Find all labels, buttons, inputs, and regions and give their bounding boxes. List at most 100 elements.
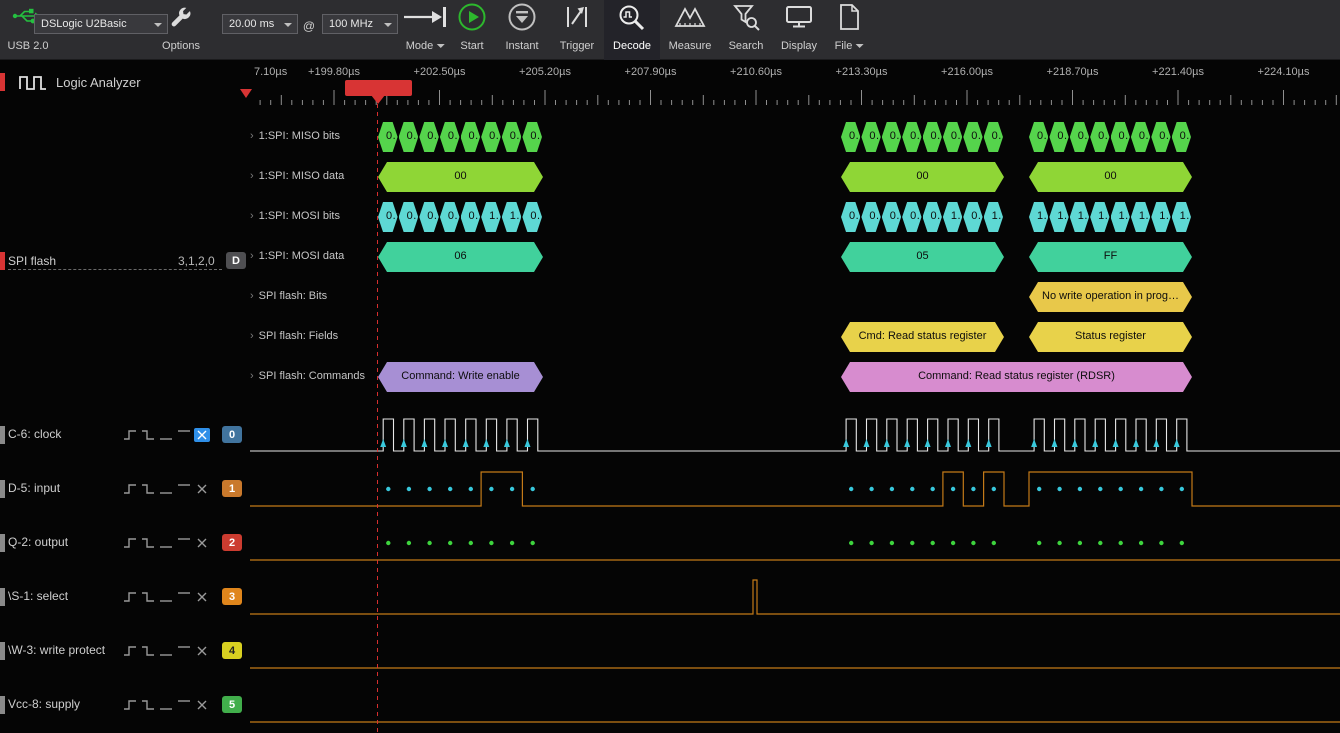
instant-icon xyxy=(507,2,537,32)
trigger-icon xyxy=(563,3,591,31)
row-expand-icon[interactable]: › xyxy=(250,130,254,142)
row-expand-icon[interactable]: › xyxy=(250,250,254,262)
output-sample-dot xyxy=(1180,541,1184,545)
mosi-bit-hex: 1 xyxy=(984,202,1003,232)
dropdown-caret-icon xyxy=(284,23,292,27)
device-tab[interactable] xyxy=(0,73,5,91)
row-expand-icon[interactable]: › xyxy=(250,370,254,382)
ruler-offset-label: +199.80µs xyxy=(289,66,379,78)
decode-row-label: ›1:SPI: MOSI data xyxy=(250,250,344,262)
decoder-tab[interactable] xyxy=(0,252,5,270)
trigger-mode-high-icon[interactable] xyxy=(176,590,192,604)
decoder-pins: 3,1,2,0 xyxy=(178,254,215,268)
miso-bit-hex: 0 xyxy=(923,122,942,152)
trigger-mode-any-icon[interactable] xyxy=(194,644,210,658)
output-sample-dot xyxy=(849,541,853,545)
trigger-mode-rise-icon[interactable] xyxy=(122,428,138,442)
trigger-mode-fall-icon[interactable] xyxy=(140,698,156,712)
input-sample-dot xyxy=(448,487,452,491)
trigger-mode-low-icon[interactable] xyxy=(158,590,174,604)
trigger-mode-rise-icon[interactable] xyxy=(122,590,138,604)
output-sample-dot xyxy=(890,541,894,545)
trigger-mode-high-icon[interactable] xyxy=(176,428,192,442)
input-sample-dot xyxy=(1078,487,1082,491)
usb-version-label: USB 2.0 xyxy=(2,40,54,52)
row-expand-icon[interactable]: › xyxy=(250,330,254,342)
miso-bit-hex: 0 xyxy=(419,122,439,152)
trigger-mode-any-icon[interactable] xyxy=(194,698,210,712)
file-button[interactable]: File xyxy=(826,0,872,60)
miso-bit-hex: 0 xyxy=(1090,122,1109,152)
clock-rising-edge-marker xyxy=(1031,439,1037,447)
trigger-mode-any-icon[interactable] xyxy=(194,428,210,442)
at-symbol: @ xyxy=(301,19,317,33)
trigger-button[interactable]: Trigger xyxy=(550,0,604,60)
trigger-mode-any-icon[interactable] xyxy=(194,536,210,550)
search-button[interactable]: Search xyxy=(720,0,772,60)
channel-tab[interactable] xyxy=(0,588,5,606)
decode-row-title: 1:SPI: MISO bits xyxy=(259,130,340,142)
mosi-bit-hex: 1 xyxy=(1049,202,1068,232)
trigger-mode-fall-icon[interactable] xyxy=(140,536,156,550)
clock-rising-edge-marker xyxy=(884,439,890,447)
trigger-mode-rise-icon[interactable] xyxy=(122,536,138,550)
channel-tab[interactable] xyxy=(0,642,5,660)
channel-badge[interactable]: 3 xyxy=(222,588,242,605)
channel-badge[interactable]: 4 xyxy=(222,642,242,659)
samplerate-select[interactable]: 100 MHz xyxy=(322,14,398,34)
trigger-mode-fall-icon[interactable] xyxy=(140,428,156,442)
mode-button[interactable]: Mode xyxy=(398,0,452,60)
measure-button[interactable]: Measure xyxy=(660,0,720,60)
decode-button[interactable]: Decode xyxy=(604,0,660,60)
trigger-mode-fall-icon[interactable] xyxy=(140,644,156,658)
ruler-offset-label: +213.30µs xyxy=(817,66,907,78)
clock-rising-edge-marker xyxy=(1052,439,1058,447)
ruler-offset-label: +202.50µs xyxy=(395,66,485,78)
instant-button[interactable]: Instant xyxy=(496,0,548,60)
trigger-mode-rise-icon[interactable] xyxy=(122,482,138,496)
decode-magnifier-icon xyxy=(617,3,647,33)
output-sample-dot xyxy=(407,541,411,545)
trigger-mode-low-icon[interactable] xyxy=(158,536,174,550)
start-button[interactable]: Start xyxy=(448,0,496,60)
row-expand-icon[interactable]: › xyxy=(250,290,254,302)
trigger-mode-any-icon[interactable] xyxy=(194,482,210,496)
clock-rising-edge-marker xyxy=(925,439,931,447)
mosi-bit-hex: 0 xyxy=(461,202,481,232)
file-label: File xyxy=(835,40,853,52)
trigger-mode-low-icon[interactable] xyxy=(158,644,174,658)
mosi-bit-hex: 1 xyxy=(1151,202,1170,232)
clock-rising-edge-marker xyxy=(401,439,407,447)
channel-tab[interactable] xyxy=(0,696,5,714)
trigger-mode-high-icon[interactable] xyxy=(176,644,192,658)
device-select-value: DSLogic U2Basic xyxy=(41,18,127,30)
trigger-mode-high-icon[interactable] xyxy=(176,482,192,496)
trigger-flag[interactable] xyxy=(345,80,412,96)
trigger-mode-rise-icon[interactable] xyxy=(122,698,138,712)
trigger-mode-low-icon[interactable] xyxy=(158,698,174,712)
channel-tab[interactable] xyxy=(0,480,5,498)
trigger-mode-rise-icon[interactable] xyxy=(122,644,138,658)
channel-badge[interactable]: 1 xyxy=(222,480,242,497)
device-select[interactable]: DSLogic U2Basic xyxy=(34,14,168,34)
trigger-mode-low-icon[interactable] xyxy=(158,482,174,496)
channel-badge[interactable]: 0 xyxy=(222,426,242,443)
row-expand-icon[interactable]: › xyxy=(250,170,254,182)
trigger-mode-low-icon[interactable] xyxy=(158,428,174,442)
trigger-mode-high-icon[interactable] xyxy=(176,536,192,550)
trigger-mode-any-icon[interactable] xyxy=(194,590,210,604)
output-sample-dot xyxy=(427,541,431,545)
channel-badge[interactable]: 2 xyxy=(222,534,242,551)
row-expand-icon[interactable]: › xyxy=(250,210,254,222)
trigger-mode-fall-icon[interactable] xyxy=(140,590,156,604)
channel-tab[interactable] xyxy=(0,426,5,444)
decoder-badge[interactable]: D xyxy=(226,252,246,269)
duration-select[interactable]: 20.00 ms xyxy=(222,14,298,34)
options-button[interactable]: Options xyxy=(150,0,212,60)
trigger-mode-fall-icon[interactable] xyxy=(140,482,156,496)
display-button[interactable]: Display xyxy=(772,0,826,60)
trigger-mode-high-icon[interactable] xyxy=(176,698,192,712)
channel-tab[interactable] xyxy=(0,534,5,552)
channel-badge[interactable]: 5 xyxy=(222,696,242,713)
mosi-data-hex: 06 xyxy=(378,242,543,272)
